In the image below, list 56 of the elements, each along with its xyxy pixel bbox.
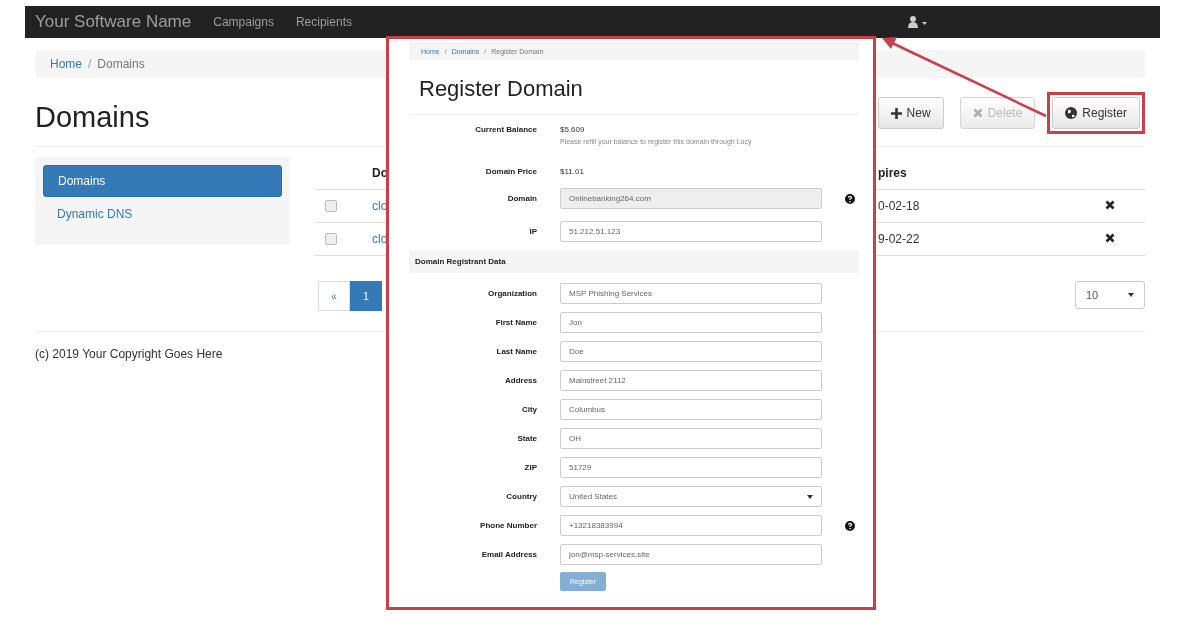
nav-link[interactable]: Recipients — [295, 15, 352, 29]
page-title: Domains — [35, 99, 150, 134]
input-field[interactable]: Columbus — [560, 399, 822, 420]
row-checkbox[interactable] — [325, 200, 337, 212]
field-label: Address — [504, 376, 537, 385]
table-cell: 9-02-22 — [878, 232, 920, 246]
balance-value: $5.609 — [560, 125, 586, 134]
brand-name[interactable]: Your Software Name — [35, 12, 192, 32]
delete-icon — [1105, 200, 1115, 210]
globe-icon — [1065, 107, 1078, 119]
input-field[interactable]: Mainstreet 2112 — [560, 370, 822, 391]
input-field[interactable]: Jon — [560, 312, 822, 333]
delete-icon — [972, 108, 983, 118]
input-field[interactable]: Doe — [560, 341, 822, 362]
field-label: Current Balance — [474, 125, 537, 134]
input-field[interactable]: +13218383994 — [560, 515, 822, 536]
sidebar-item[interactable]: Domains — [43, 165, 282, 197]
country-select[interactable]: United States — [560, 486, 822, 507]
field-label: Organization — [487, 289, 537, 298]
panel-title: Register Domain — [419, 76, 583, 101]
breadcrumb-link[interactable]: Home — [50, 57, 82, 71]
field-label: ZIP — [523, 463, 537, 472]
input-field[interactable]: MSP Phishing Services — [560, 283, 822, 304]
column-header: pires — [878, 166, 907, 180]
section-header: Domain Registrant Data — [409, 250, 859, 273]
new-button[interactable]: New — [877, 97, 944, 129]
table-cell: 0-02-18 — [878, 199, 920, 213]
user-icon[interactable] — [908, 16, 928, 28]
page-link[interactable]: « — [318, 281, 350, 311]
field-label: Country — [505, 492, 537, 501]
field-label: Email Address — [480, 550, 537, 559]
page-link[interactable]: 1 — [350, 281, 382, 311]
plus-icon — [890, 107, 902, 119]
copyright-text: (c) 2019 Your Copyright Goes Here — [35, 347, 223, 361]
input-field[interactable]: 51729 — [560, 457, 822, 478]
field-label: Domain Price — [484, 167, 537, 176]
row-checkbox[interactable] — [325, 233, 337, 245]
register-button[interactable]: Register — [1052, 97, 1140, 129]
field-label: IP — [528, 227, 537, 236]
sidebar-item[interactable]: Dynamic DNS — [43, 199, 282, 229]
input-field[interactable]: jon@msp-services.site — [560, 544, 822, 565]
breadcrumb-current: Domains — [97, 57, 145, 71]
field-label: First Name — [494, 318, 537, 327]
field-label: Phone Number — [479, 521, 537, 530]
field-label: City — [520, 405, 537, 414]
field-label: State — [516, 434, 537, 443]
delete-icon — [1105, 233, 1115, 243]
field-label: Last Name — [495, 347, 537, 356]
page-size-select[interactable]: 10 — [1075, 281, 1145, 309]
input-field[interactable]: 51.212.51.123 — [560, 221, 822, 242]
help-icon[interactable] — [845, 520, 855, 531]
input-field[interactable]: OH — [560, 428, 822, 449]
breadcrumb-separator: / — [88, 57, 92, 71]
field-label: Domain — [506, 194, 537, 203]
price-value: $11.01 — [560, 167, 585, 176]
nav-link[interactable]: Campaigns — [213, 15, 274, 29]
